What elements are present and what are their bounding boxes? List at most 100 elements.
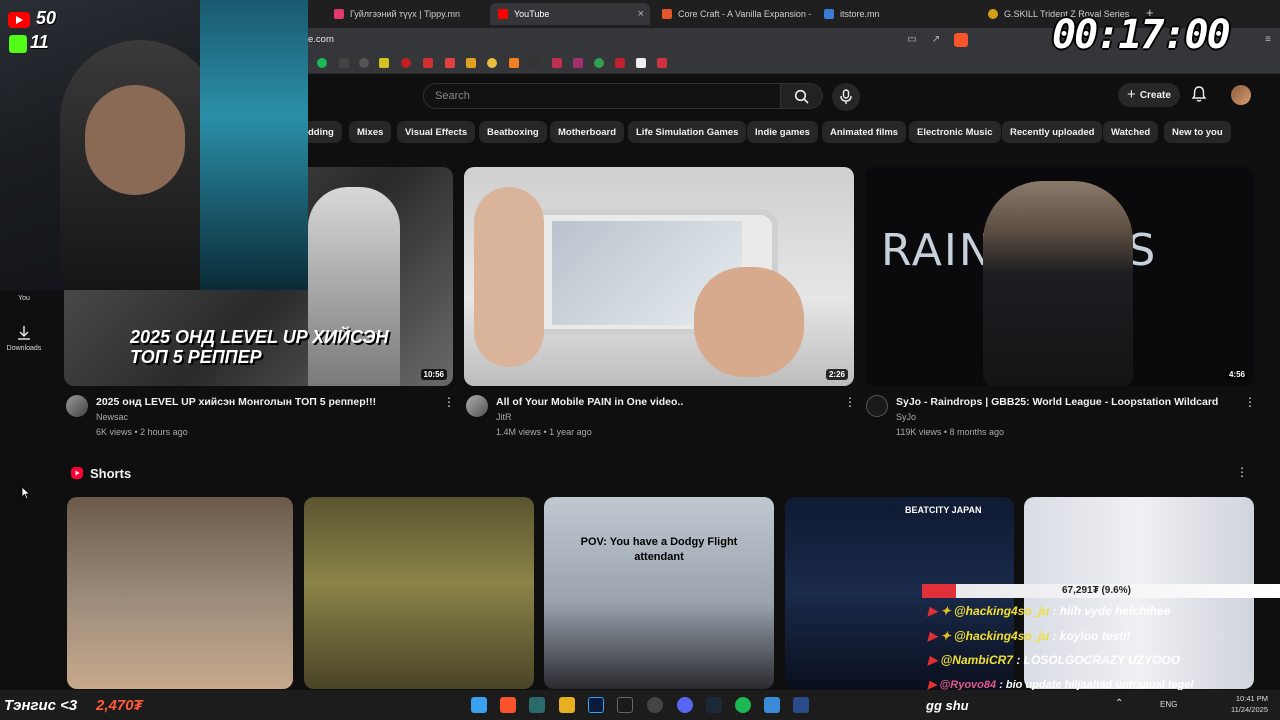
short-card[interactable]: [304, 497, 534, 689]
gskill-favicon-icon: [988, 9, 998, 19]
discord-icon[interactable]: [677, 697, 693, 713]
bell-icon[interactable]: [1191, 85, 1207, 103]
create-label: Create: [1139, 89, 1171, 101]
bookmark-icon[interactable]: [636, 58, 646, 68]
bookmark-icon[interactable]: [657, 58, 667, 68]
bookmark-icon[interactable]: [615, 58, 625, 68]
sidebar-item-downloads[interactable]: Downloads: [0, 345, 48, 352]
chip[interactable]: Indie games: [747, 121, 818, 143]
chip[interactable]: Electronic Music: [909, 121, 1001, 143]
bookmark-icon[interactable]: [401, 58, 411, 68]
chip[interactable]: Life Simulation Games: [628, 121, 747, 143]
short-card[interactable]: POV: You have a Dodgy Flight attendant: [544, 497, 774, 689]
browser-tab[interactable]: Core Craft - A Vanilla Expansion - M: [654, 3, 814, 25]
channel-avatar[interactable]: [66, 395, 88, 417]
thumbnail-hand: [474, 187, 544, 367]
channel-avatar[interactable]: [466, 395, 488, 417]
channel-avatar[interactable]: [866, 395, 888, 417]
chip[interactable]: Visual Effects: [397, 121, 476, 143]
steam-icon[interactable]: [706, 697, 722, 713]
bookmark-icon[interactable]: [339, 58, 349, 68]
tray-overflow-icon[interactable]: ⌃: [1115, 698, 1123, 709]
chip[interactable]: Watched: [1103, 121, 1159, 143]
spotify-icon[interactable]: [735, 697, 751, 713]
browser-tab[interactable]: Гуйлгээний түүх | Tippy.mn: [326, 3, 486, 25]
photoshop-icon[interactable]: [588, 697, 604, 713]
language-indicator[interactable]: ENG: [1160, 700, 1177, 709]
bookmark-icon[interactable]: [317, 58, 327, 68]
clock-time[interactable]: 10:41 PM: [1234, 694, 1268, 703]
share-icon[interactable]: ↗: [930, 34, 942, 46]
channel-name[interactable]: Newsac: [96, 412, 128, 422]
more-options-icon[interactable]: ⋮: [443, 395, 455, 409]
tab-label: Core Craft - A Vanilla Expansion - M: [678, 9, 814, 19]
bookmark-icon[interactable]: [552, 58, 562, 68]
youtube-sub-count: 50: [36, 8, 57, 28]
chip[interactable]: New to you: [1164, 121, 1231, 143]
youtube-logo-icon: [8, 12, 30, 28]
close-tab-icon[interactable]: ×: [638, 8, 644, 20]
search-button[interactable]: [781, 83, 823, 109]
short-card[interactable]: [67, 497, 293, 689]
bookmark-icon[interactable]: [423, 58, 433, 68]
account-avatar[interactable]: [1231, 85, 1251, 105]
channel-name[interactable]: JitR: [496, 412, 512, 422]
chip[interactable]: Motherboard: [550, 121, 625, 143]
folder-icon[interactable]: [379, 58, 389, 68]
video-title[interactable]: SyJo - Raindrops | GBB25: World League -…: [896, 396, 1218, 408]
cast-icon[interactable]: ▭: [906, 34, 918, 46]
video-thumbnail[interactable]: 2:26: [464, 167, 854, 386]
menu-icon[interactable]: ≡: [1262, 34, 1274, 46]
video-duration: 2:26: [825, 369, 848, 380]
search-input[interactable]: Search: [423, 83, 781, 109]
clock-date[interactable]: 11/24/2025: [1226, 705, 1268, 714]
file-explorer-icon[interactable]: [559, 697, 575, 713]
video-meta: 6K views • 2 hours ago: [96, 427, 188, 437]
bookmark-icon[interactable]: [509, 58, 519, 68]
chip[interactable]: Beatboxing: [479, 121, 547, 143]
brave-browser-icon[interactable]: [500, 697, 516, 713]
bookmark-icon[interactable]: [573, 58, 583, 68]
thumbnail-person: [983, 181, 1133, 386]
create-button[interactable]: + Create: [1118, 83, 1180, 107]
bookmark-icon[interactable]: [445, 58, 455, 68]
chat-user: @hacking4so_ju: [953, 629, 1050, 643]
live-app-icon[interactable]: [617, 697, 633, 713]
voice-search-button[interactable]: [832, 83, 860, 111]
url-field[interactable]: e.com: [308, 34, 334, 45]
video-thumbnail[interactable]: RAINDROPS 4:56: [865, 167, 1254, 386]
short-caption: POV: You have a Dodgy Flight attendant: [580, 536, 738, 563]
more-options-icon[interactable]: ⋮: [1244, 395, 1256, 409]
chat-user: @hacking4so_ju: [953, 604, 1050, 618]
more-options-icon[interactable]: ⋮: [844, 395, 856, 409]
mouse-cursor-icon: [21, 486, 31, 500]
bookmark-icon[interactable]: [466, 58, 476, 68]
bookmark-icon[interactable]: [359, 58, 369, 68]
gg-text: gg shu: [926, 698, 969, 713]
filter-chips: dding Mixes Visual Effects Beatboxing Mo…: [300, 121, 1268, 143]
channel-name[interactable]: SyJo: [896, 412, 916, 422]
sidebar-item-you[interactable]: You: [0, 295, 48, 302]
bookmark-icon[interactable]: [594, 58, 604, 68]
app-icon[interactable]: [529, 697, 545, 713]
chip[interactable]: Recently uploaded: [1002, 121, 1103, 143]
browser-tab[interactable]: itstore.mn: [816, 3, 976, 25]
chip[interactable]: Mixes: [349, 121, 392, 143]
bookmark-icon[interactable]: [530, 58, 540, 68]
stream-timer: 00:17:00: [1052, 12, 1231, 58]
video-title[interactable]: All of Your Mobile PAIN in One video..: [496, 396, 683, 408]
bookmark-icon[interactable]: [487, 58, 497, 68]
video-meta: 1.4M views • 1 year ago: [496, 427, 592, 437]
itstore-favicon-icon: [824, 9, 834, 19]
notepad-icon[interactable]: [764, 697, 780, 713]
app-icon[interactable]: [793, 697, 809, 713]
shorts-heading: Shorts: [90, 466, 132, 481]
browser-tab-active[interactable]: YouTube ×: [490, 3, 650, 25]
windows-start-icon[interactable]: [471, 697, 487, 713]
obs-icon[interactable]: [647, 697, 663, 713]
brave-shield-icon[interactable]: [954, 33, 968, 47]
chip[interactable]: Animated films: [822, 121, 907, 143]
video-title[interactable]: 2025 онд LEVEL UP хийсэн Монголын ТОП 5 …: [96, 396, 376, 408]
download-icon[interactable]: [16, 325, 32, 341]
shorts-more-icon[interactable]: ⋮: [1236, 465, 1248, 479]
